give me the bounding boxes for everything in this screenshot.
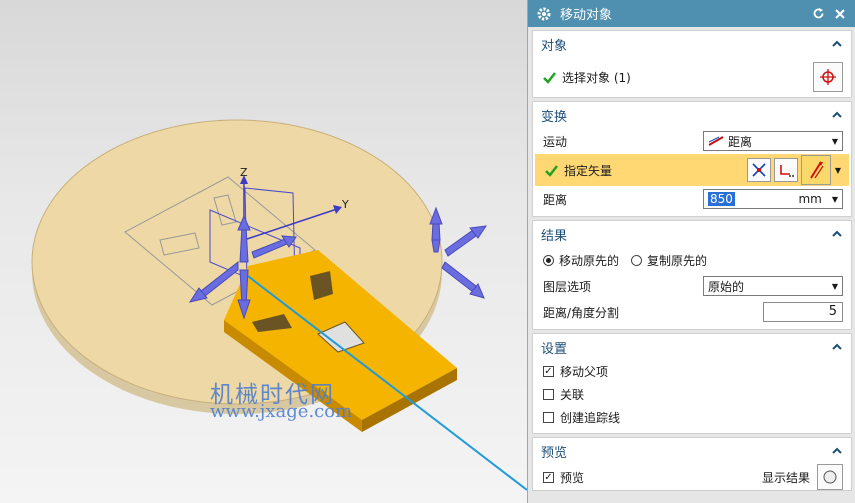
chevron-up-icon[interactable] [831,445,843,457]
object-group-title: 对象 [541,38,568,54]
layer-option-row: 图层选项 原始的 ▼ [533,273,851,299]
preview-row: ✓ 预览 显示结果 [533,464,851,490]
copy-original-label[interactable]: 复制原先的 [647,252,707,269]
inferred-vector-icon [809,161,824,179]
z-axis-label: Z [240,166,248,179]
chevron-up-icon[interactable] [831,109,843,121]
distance-unit: mm [798,192,822,206]
motion-value: 距离 [728,134,753,149]
graphics-viewport[interactable]: Z Y 机械时代网 www.jxage.com [0,0,527,503]
layer-option-select[interactable]: 原始的 ▼ [703,276,843,296]
vector-dialog-button[interactable] [773,158,798,182]
associate-row[interactable]: 关联 [533,383,851,406]
chevron-up-icon[interactable] [831,341,843,353]
handle-rotate-down-right[interactable] [441,261,477,293]
reverse-direction-button[interactable] [746,158,771,182]
dialog-title: 移动对象 [560,8,613,23]
trace-lines-row[interactable]: 创建追踪线 [533,406,851,429]
show-result-button[interactable] [817,464,843,490]
handle-rotate-up[interactable] [431,221,441,241]
result-mode-row: 移动原先的 复制原先的 [533,247,851,273]
handle-z-up[interactable] [239,225,249,263]
split-label: 距离/角度分割 [543,305,620,320]
preview-group-title: 预览 [541,445,568,461]
move-parent-checkbox[interactable]: ✓ [543,366,554,377]
chevron-down-icon: ▼ [831,281,838,291]
3d-scene: Z Y [31,119,527,491]
preview-group-header[interactable]: 预览 [533,438,851,464]
chevron-up-icon[interactable] [831,38,843,50]
move-parent-label[interactable]: 移动父项 [560,363,608,380]
chevron-down-icon: ▼ [831,136,838,146]
object-group: 对象 选择对象 (1) [532,30,852,98]
copy-original-radio[interactable] [631,254,643,266]
transform-group-header[interactable]: 变换 [533,102,851,128]
preview-group: 预览 ✓ 预览 显示结果 [532,437,852,491]
chevron-up-icon[interactable] [831,228,843,240]
handle-rotate-right[interactable] [444,229,477,257]
crosshair-button[interactable] [813,62,843,92]
split-input[interactable]: 5 [763,302,843,322]
handle-rotate-up-tip[interactable] [429,206,443,225]
select-object-label: 选择对象 (1) [562,70,631,85]
distance-icon [708,136,724,146]
layer-option-label: 图层选项 [543,279,592,294]
crosshair-icon [820,69,836,85]
chevron-down-icon[interactable]: ▼ [835,166,841,175]
associate-label[interactable]: 关联 [560,386,584,403]
preview-checkbox[interactable]: ✓ [543,471,554,483]
inferred-vector-button[interactable] [800,155,831,185]
move-parent-row[interactable]: ✓ 移动父项 [533,360,851,383]
settings-group-header[interactable]: 设置 [533,334,851,360]
watermark-url: www.jxage.com [210,401,353,422]
motion-row: 运动 距离 ▼ [533,128,851,154]
y-axis-label: Y [341,198,349,211]
motion-select[interactable]: 距离 ▼ [703,131,843,151]
show-result-label: 显示结果 [761,470,810,485]
specify-vector-row[interactable]: 指定矢量 ▼ [535,154,849,186]
settings-group: 设置 ✓ 移动父项 关联 创建追踪线 [532,333,852,434]
magnifier-icon [823,470,837,484]
reset-icon[interactable] [810,6,826,22]
chevron-down-icon[interactable]: ▼ [832,195,838,204]
result-group: 结果 移动原先的 复制原先的 图层选项 原始的 ▼ 距离/角度分割 5 [532,220,852,330]
close-icon[interactable] [832,6,848,22]
distance-row: 距离 850 mm ▼ [533,186,851,212]
select-object-row[interactable]: 选择对象 (1) [533,57,851,97]
move-object-dialog: 移动对象 对象 选择对象 (1) 变换 运动 距离 ▼ 指定矢量 ▼ 距离 85… [527,0,855,503]
trace-lines-checkbox[interactable] [543,412,554,423]
result-group-title: 结果 [541,228,568,244]
motion-label: 运动 [543,134,568,149]
move-original-radio[interactable] [543,254,554,266]
reverse-direction-icon [752,163,766,177]
settings-group-title: 设置 [541,341,568,357]
specify-vector-label: 指定矢量 [564,163,613,178]
layer-option-value: 原始的 [708,279,745,294]
object-group-header[interactable]: 对象 [533,31,851,57]
split-row: 距离/角度分割 5 [533,299,851,325]
gear-icon[interactable] [536,6,552,22]
result-group-header[interactable]: 结果 [533,221,851,247]
vector-dialog-icon [780,165,794,177]
associate-checkbox[interactable] [543,389,554,400]
distance-value[interactable]: 850 [708,192,735,206]
move-original-label[interactable]: 移动原先的 [559,252,619,269]
transform-group-title: 变换 [541,109,568,125]
distance-input[interactable]: 850 mm ▼ [703,189,843,209]
trace-lines-label[interactable]: 创建追踪线 [560,409,620,426]
checkmark-icon [543,71,556,84]
distance-label: 距离 [543,192,568,207]
checkmark-icon [545,164,558,177]
dialog-titlebar[interactable]: 移动对象 [528,0,855,27]
handle-rotate-down[interactable] [431,239,441,253]
preview-label[interactable]: 预览 [560,469,762,486]
transform-group: 变换 运动 距离 ▼ 指定矢量 ▼ 距离 850 mm ▼ [532,101,852,217]
